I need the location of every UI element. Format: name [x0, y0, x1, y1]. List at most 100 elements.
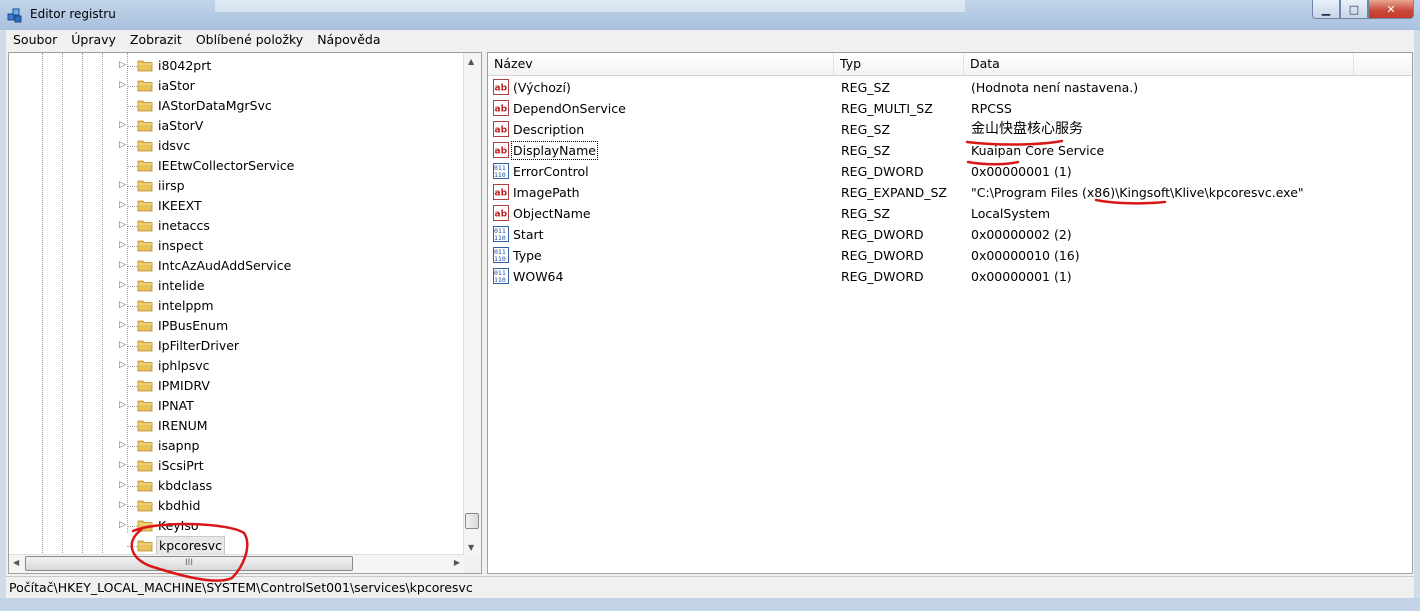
expand-arrow-icon[interactable]: ▷: [119, 400, 126, 410]
tree-item[interactable]: ▷ intelide: [9, 276, 465, 296]
tree-item[interactable]: IPMIDRV: [9, 376, 465, 396]
value-type: REG_DWORD: [841, 164, 924, 179]
folder-icon: [137, 79, 153, 92]
tree-item[interactable]: kpcoresvc: [9, 536, 465, 556]
tree-branch-line: [127, 286, 137, 287]
expand-arrow-icon[interactable]: ▷: [119, 200, 126, 210]
expand-arrow-icon[interactable]: ▷: [119, 500, 126, 510]
tree-horizontal-scrollbar[interactable]: ◀ III ▶: [9, 554, 464, 573]
folder-icon: [137, 159, 153, 172]
value-name: Description: [513, 122, 585, 137]
scroll-up-arrow-icon[interactable]: ▲: [468, 57, 474, 66]
tree-item[interactable]: ▷ IPNAT: [9, 396, 465, 416]
folder-icon: [137, 539, 153, 552]
value-row[interactable]: 011 110 Start REG_DWORD 0x00000002 (2): [488, 224, 1412, 245]
expand-arrow-icon[interactable]: ▷: [119, 280, 126, 290]
expand-arrow-icon[interactable]: ▷: [119, 220, 126, 230]
tree-item[interactable]: ▷ kbdclass: [9, 476, 465, 496]
tree-item[interactable]: ▷ iScsiPrt: [9, 456, 465, 476]
value-row[interactable]: ab ImagePath REG_EXPAND_SZ "C:\Program File…: [488, 182, 1412, 203]
expand-arrow-icon[interactable]: ▷: [119, 300, 126, 310]
tree-item[interactable]: ▷ inspect: [9, 236, 465, 256]
expand-arrow-icon[interactable]: ▷: [119, 120, 126, 130]
tree-item-label: IPNAT: [158, 398, 194, 413]
values-list[interactable]: Název Typ Data ab (Výchozí) REG_SZ (Hodnota…: [487, 52, 1413, 574]
expand-arrow-icon[interactable]: ▷: [119, 480, 126, 490]
tree-branch-line: [127, 86, 137, 87]
registry-tree[interactable]: ▷ i8042prt ▷ iaStor IAStorDataMgrSvc ▷ iaStorV…: [8, 52, 482, 574]
expand-arrow-icon[interactable]: ▷: [119, 60, 126, 70]
expand-arrow-icon[interactable]: ▷: [119, 440, 126, 450]
column-header-nazev[interactable]: Název: [488, 53, 834, 75]
value-row[interactable]: ab DependOnService REG_MULTI_SZ RPCSS: [488, 98, 1412, 119]
tree-branch-line: [127, 126, 137, 127]
expand-arrow-icon[interactable]: ▷: [119, 240, 126, 250]
expand-arrow-icon[interactable]: ▷: [119, 80, 126, 90]
tree-item[interactable]: ▷ isapnp: [9, 436, 465, 456]
scroll-down-arrow-icon[interactable]: ▼: [468, 543, 474, 552]
tree-item[interactable]: ▷ iphlpsvc: [9, 356, 465, 376]
expand-arrow-icon[interactable]: ▷: [119, 520, 126, 530]
tree-item[interactable]: ▷ iirsp: [9, 176, 465, 196]
tree-item[interactable]: ▷ i8042prt: [9, 56, 465, 76]
value-row[interactable]: 011 110 WOW64 REG_DWORD 0x00000001 (1): [488, 266, 1412, 287]
close-button[interactable]: ✕: [1368, 0, 1414, 19]
expand-arrow-icon[interactable]: ▷: [119, 340, 126, 350]
maximize-icon: □: [1348, 2, 1360, 16]
expand-arrow-icon[interactable]: ▷: [119, 260, 126, 270]
expand-arrow-icon[interactable]: ▷: [119, 360, 126, 370]
tree-item[interactable]: ▷ IPBusEnum: [9, 316, 465, 336]
tree-item[interactable]: ▷ idsvc: [9, 136, 465, 156]
tree-item[interactable]: ▷ kbdhid: [9, 496, 465, 516]
tree-item[interactable]: ▷ iaStor: [9, 76, 465, 96]
menu-upravy[interactable]: Úpravy: [64, 30, 123, 50]
dword-value-icon: 011 110: [493, 226, 509, 242]
folder-icon: [137, 519, 153, 532]
tree-item[interactable]: ▷ IntcAzAudAddService: [9, 256, 465, 276]
value-row[interactable]: ab DisplayName REG_SZ Kuaipan Core Service: [488, 140, 1412, 161]
folder-icon: [137, 479, 153, 492]
menu-oblibene-polozky[interactable]: Oblíbené položky: [189, 30, 310, 50]
maximize-button[interactable]: □: [1340, 0, 1368, 19]
tree-branch-line: [127, 386, 137, 387]
expand-arrow-icon[interactable]: ▷: [119, 180, 126, 190]
tree-item[interactable]: ▷ intelppm: [9, 296, 465, 316]
value-row[interactable]: 011 110 Type REG_DWORD 0x00000010 (16): [488, 245, 1412, 266]
tree-item[interactable]: ▷ inetaccs: [9, 216, 465, 236]
minimize-button[interactable]: ▁: [1312, 0, 1340, 19]
string-value-icon: ab: [493, 100, 509, 116]
tree-item[interactable]: IRENUM: [9, 416, 465, 436]
scroll-thumb[interactable]: [465, 513, 479, 529]
expand-arrow-icon[interactable]: ▷: [119, 460, 126, 470]
tree-item-label: kpcoresvc: [156, 536, 226, 556]
scroll-right-arrow-icon[interactable]: ▶: [454, 558, 460, 567]
column-header-typ[interactable]: Typ: [834, 53, 964, 75]
expand-arrow-icon[interactable]: ▷: [119, 320, 126, 330]
tree-vertical-scrollbar[interactable]: ▲ ▼: [463, 53, 481, 556]
menu-napoveda[interactable]: Nápověda: [310, 30, 387, 50]
column-header-data[interactable]: Data: [964, 53, 1354, 75]
tree-item[interactable]: ▷ KeyIso: [9, 516, 465, 536]
value-row[interactable]: ab (Výchozí) REG_SZ (Hodnota není nastavena…: [488, 77, 1412, 98]
tree-item-label: inspect: [158, 238, 204, 253]
menu-zobrazit[interactable]: Zobrazit: [123, 30, 189, 50]
value-name: Start: [513, 227, 544, 242]
tree-item[interactable]: ▷ iaStorV: [9, 116, 465, 136]
value-row[interactable]: ab Description REG_SZ 金山快盘核心服务: [488, 119, 1412, 140]
tree-branch-line: [127, 346, 137, 347]
expand-arrow-icon[interactable]: ▷: [119, 140, 126, 150]
value-name: DisplayName: [511, 141, 598, 160]
hscroll-thumb[interactable]: III: [25, 556, 353, 571]
scroll-left-arrow-icon[interactable]: ◀: [13, 558, 19, 567]
value-name: Type: [513, 248, 542, 263]
value-row[interactable]: 011 110 ErrorControl REG_DWORD 0x00000001 (1…: [488, 161, 1412, 182]
tree-item[interactable]: ▷ IKEEXT: [9, 196, 465, 216]
tree-item[interactable]: IEEtwCollectorService: [9, 156, 465, 176]
menu-soubor[interactable]: Soubor: [6, 30, 64, 50]
tree-item[interactable]: IAStorDataMgrSvc: [9, 96, 465, 116]
value-row[interactable]: ab ObjectName REG_SZ LocalSystem: [488, 203, 1412, 224]
value-data: 0x00000010 (16): [971, 248, 1080, 263]
value-name: ImagePath: [513, 185, 580, 200]
tree-branch-line: [127, 546, 137, 547]
tree-item[interactable]: ▷ IpFilterDriver: [9, 336, 465, 356]
